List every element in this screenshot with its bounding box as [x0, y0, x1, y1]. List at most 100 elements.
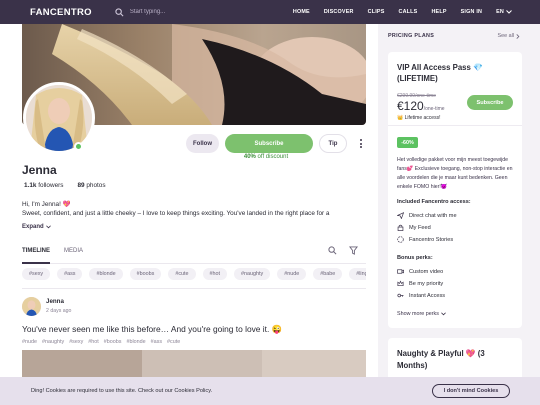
tab-tools — [328, 246, 358, 255]
search-icon[interactable] — [328, 246, 337, 255]
included-title: Included Fancentro access: — [397, 199, 471, 205]
nav-sign-in[interactable]: SIGN IN — [461, 9, 482, 15]
post-tag[interactable]: #naughty — [42, 339, 64, 345]
top-navbar: FANCENTRO HOME DISCOVER CLIPS CALLS HELP… — [0, 0, 540, 24]
plan-price: €120/one-time — [397, 99, 445, 113]
chevron-down-icon — [506, 10, 512, 14]
video-icon — [397, 269, 404, 274]
stories-icon — [397, 236, 404, 243]
pricing-title: PRICING PLANS — [388, 33, 435, 39]
post-tag[interactable]: #ass — [151, 339, 162, 345]
plan-price-value: €120 — [397, 99, 424, 113]
tag-chip[interactable]: #boobs — [129, 268, 162, 280]
plan-title: VIP All Access Pass 💎 (LIFETIME) — [397, 63, 483, 83]
pricing-header: PRICING PLANS See all — [388, 33, 520, 39]
language-selector[interactable]: EN — [496, 9, 512, 15]
cookie-banner: Ding! Cookies are required to use this s… — [0, 377, 540, 405]
divider — [388, 125, 522, 126]
tab-timeline[interactable]: TIMELINE — [22, 248, 50, 264]
see-all-label: See all — [497, 33, 514, 39]
crown-icon — [397, 280, 404, 287]
search-input[interactable] — [129, 9, 240, 15]
plan-price-suffix: /one-time — [423, 106, 445, 112]
key-icon — [397, 293, 404, 298]
nav-home[interactable]: HOME — [293, 9, 310, 15]
expand-bio-button[interactable]: Expand — [22, 224, 51, 230]
bio-text: Sweet, confident, and just a little chee… — [22, 210, 330, 217]
subscribe-button[interactable]: Subscribe — [225, 134, 313, 153]
site-logo[interactable]: FANCENTRO — [30, 7, 92, 18]
post-tag[interactable]: #hot — [88, 339, 99, 345]
photos-stat[interactable]: 89 photos — [77, 182, 105, 189]
post-tags: #nude #naughty #sexy #hot #boobs #blonde… — [22, 339, 180, 345]
tip-button[interactable]: Tip — [319, 134, 347, 153]
perk-instant-access: Instant Access — [397, 292, 445, 299]
nav-clips[interactable]: CLIPS — [368, 9, 385, 15]
plan-access-note: 👑 Lifetime access! — [397, 115, 441, 121]
show-more-perks-button[interactable]: Show more perks — [397, 311, 446, 317]
feature-label: My Feed — [409, 224, 431, 231]
nav-discover[interactable]: DISCOVER — [324, 9, 354, 15]
tag-chip[interactable]: #ass — [57, 268, 83, 280]
followers-count: 1.1k — [24, 182, 37, 189]
feature-label: Direct chat with me — [409, 212, 457, 219]
post-tag[interactable]: #blonde — [126, 339, 145, 345]
pricing-plan-card: VIP All Access Pass 💎 (LIFETIME) €299.99… — [388, 52, 522, 328]
online-status-dot — [74, 142, 83, 151]
profile-main: Follow Subscribe Tip 40% off discount Je… — [0, 24, 378, 405]
divider — [22, 288, 366, 289]
profile-actions: Follow Subscribe Tip — [186, 134, 365, 153]
discount-value: 40% — [243, 154, 256, 160]
photos-count: 89 — [77, 182, 85, 189]
discount-badge: -60% — [397, 137, 418, 148]
post-timestamp: 2 days ago — [46, 308, 72, 314]
main-nav: HOME DISCOVER CLIPS CALLS HELP SIGN IN E… — [293, 0, 512, 24]
nav-help[interactable]: HELP — [431, 9, 446, 15]
feature-direct-chat: Direct chat with me — [397, 212, 457, 219]
accept-cookies-button[interactable]: I don't mind Cookies — [432, 384, 510, 398]
tag-chip[interactable]: #hot — [202, 268, 228, 280]
tag-chip[interactable]: #naughty — [234, 268, 271, 280]
post-author-avatar[interactable] — [22, 297, 41, 316]
plan-title: Naughty & Playful 💖 (3 Months) — [397, 349, 485, 370]
search-bar — [115, 7, 240, 17]
tag-chip[interactable]: #sexy — [22, 268, 51, 280]
perk-label: Custom video — [409, 268, 444, 275]
tab-media[interactable]: MEDIA — [64, 248, 83, 264]
expand-label: Expand — [22, 224, 44, 230]
post-text: You've never seen me like this before… A… — [22, 324, 283, 334]
more-options-icon[interactable] — [357, 139, 365, 149]
pricing-sidebar: PRICING PLANS See all VIP All Access Pas… — [378, 24, 540, 405]
post-tag[interactable]: #boobs — [104, 339, 122, 345]
see-all-link[interactable]: See all — [498, 33, 520, 39]
tag-chip[interactable]: #cute — [168, 268, 196, 280]
profile-name: Jenna — [22, 163, 57, 177]
profile-avatar[interactable] — [23, 82, 95, 154]
post-tag[interactable]: #sexy — [69, 339, 83, 345]
search-icon[interactable] — [115, 7, 124, 17]
tag-chip[interactable]: #blonde — [89, 268, 123, 280]
followers-stat[interactable]: 1.1k followers — [24, 182, 63, 189]
lock-icon — [397, 224, 404, 231]
subscribe-discount: 40% off discount — [222, 154, 310, 160]
nav-calls[interactable]: CALLS — [398, 9, 417, 15]
tag-chip[interactable]: #nude — [277, 268, 307, 280]
post-tag[interactable]: #cute — [167, 339, 180, 345]
post-avatar-graphic — [22, 297, 41, 316]
perk-custom-video: Custom video — [397, 268, 443, 275]
discount-label: off discount — [257, 154, 289, 160]
tag-chip[interactable]: #lingerie — [349, 268, 366, 280]
plan-subscribe-button[interactable]: Subscribe — [467, 95, 513, 110]
filter-icon[interactable] — [349, 246, 358, 255]
follow-button[interactable]: Follow — [186, 134, 219, 153]
post-tag[interactable]: #nude — [22, 339, 37, 345]
chevron-down-icon — [45, 225, 51, 229]
avatar-photo-graphic — [26, 85, 92, 151]
cookie-message: Ding! Cookies are required to use this s… — [31, 388, 213, 394]
plan-description: Het volledige pakket voor mijn meest toe… — [397, 157, 513, 190]
photos-label: photos — [86, 182, 106, 189]
post-author[interactable]: Jenna — [46, 298, 64, 305]
profile-stats: 1.1k followers 89 photos — [24, 182, 106, 189]
followers-label: followers — [38, 182, 64, 189]
tag-chip[interactable]: #babe — [313, 268, 343, 280]
